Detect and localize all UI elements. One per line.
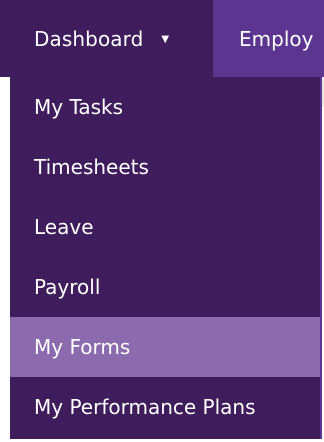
dashboard-dropdown-menu: My Tasks Timesheets Leave Payroll My For… <box>10 77 322 439</box>
menu-item-label: Leave <box>34 215 94 239</box>
top-navbar: Dashboard ▼ Employ <box>0 0 324 77</box>
nav-dashboard-label: Dashboard <box>34 26 144 51</box>
caret-down-icon: ▼ <box>161 33 170 45</box>
menu-item-payroll[interactable]: Payroll <box>10 257 320 317</box>
menu-item-my-tasks[interactable]: My Tasks <box>10 77 320 137</box>
menu-item-label: Payroll <box>34 275 101 299</box>
menu-item-my-performance-plans[interactable]: My Performance Plans <box>10 377 320 437</box>
menu-item-label: My Performance Plans <box>34 395 256 419</box>
menu-item-leave[interactable]: Leave <box>10 197 320 257</box>
nav-employ-label: Employ <box>239 26 314 51</box>
nav-employ-menu[interactable]: Employ <box>213 0 324 77</box>
menu-item-label: My Tasks <box>34 95 124 119</box>
menu-item-label: Timesheets <box>34 155 149 179</box>
page: Dashboard ▼ Employ My Tasks Timesheets L… <box>0 0 324 442</box>
menu-item-label: My Forms <box>34 335 131 359</box>
menu-item-timesheets[interactable]: Timesheets <box>10 137 320 197</box>
menu-item-my-forms[interactable]: My Forms <box>10 317 320 377</box>
nav-dashboard-menu[interactable]: Dashboard ▼ <box>0 0 213 77</box>
